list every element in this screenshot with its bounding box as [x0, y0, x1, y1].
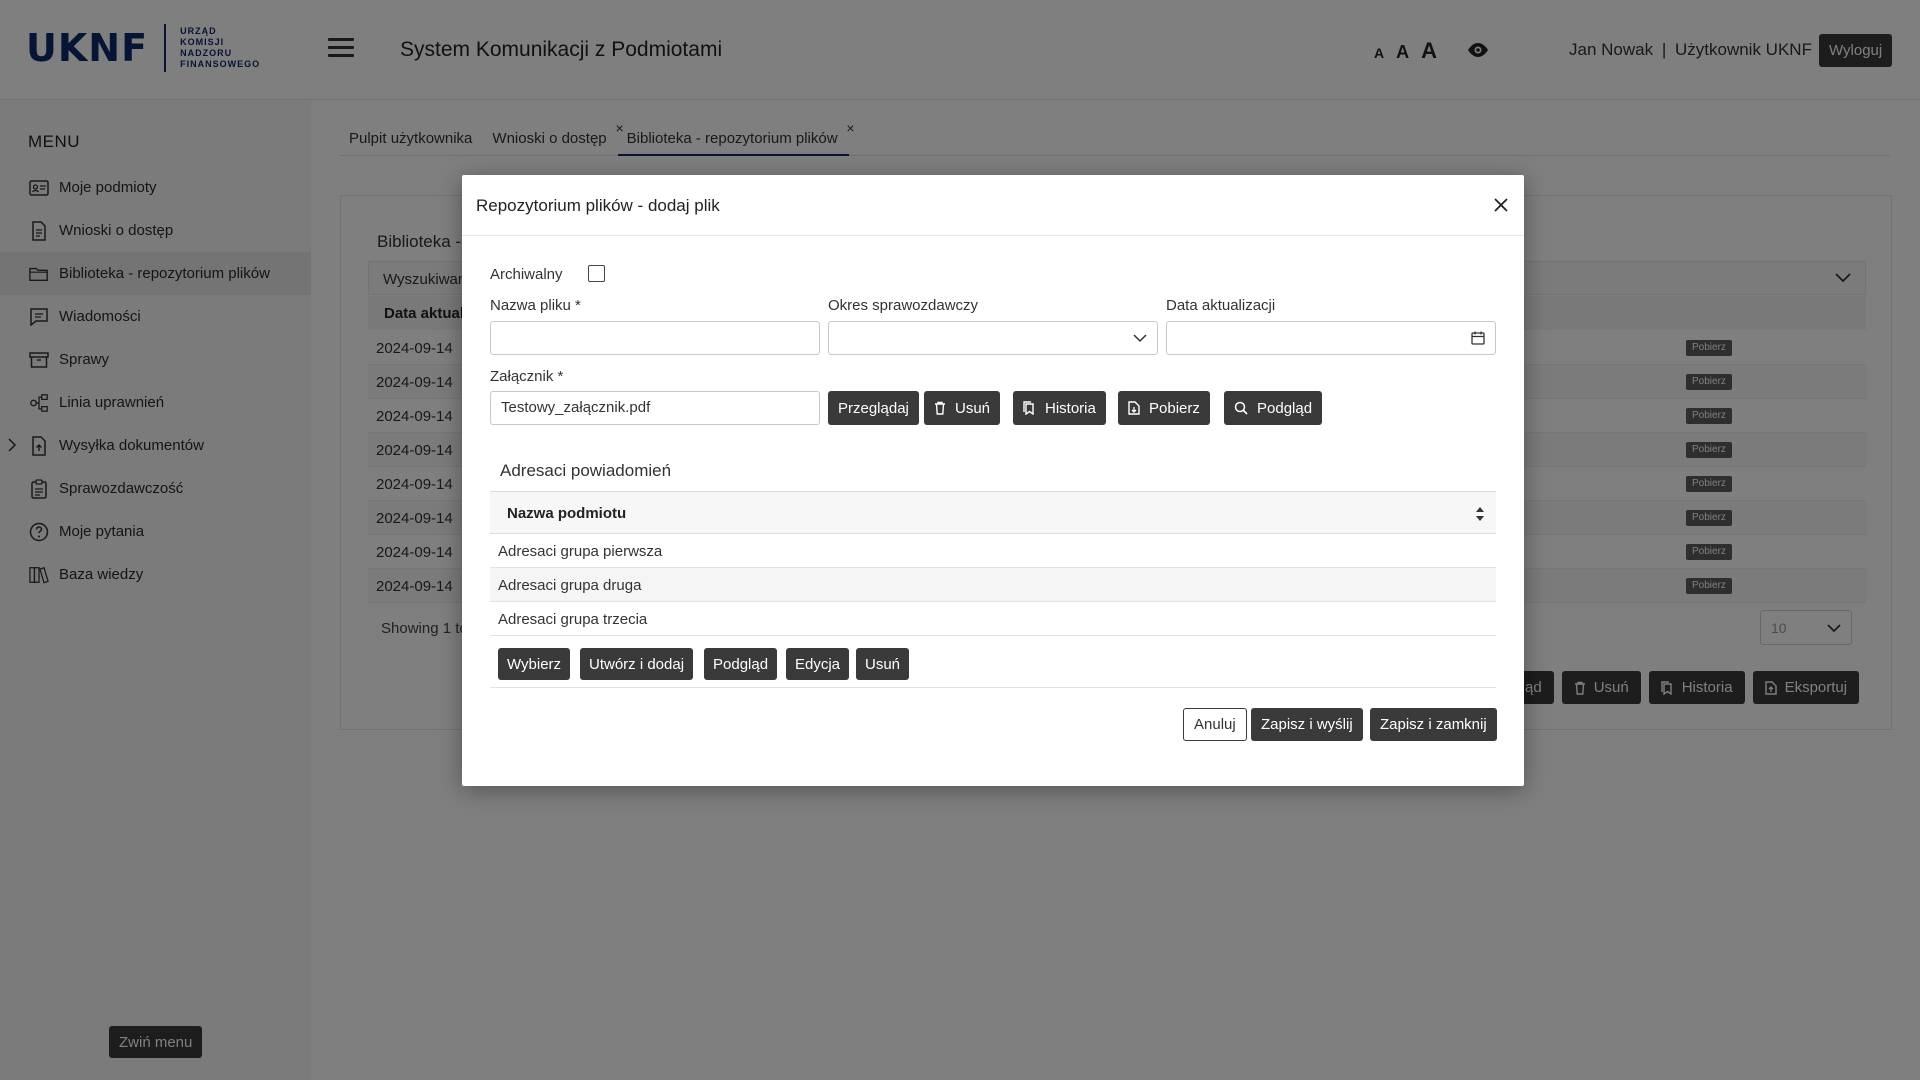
list-item[interactable]: Adresaci grupa trzecia — [490, 602, 1496, 636]
calendar-icon[interactable] — [1471, 331, 1485, 345]
recipients-table: Nazwa podmiotu Adresaci grupa pierwsza A… — [490, 491, 1496, 688]
modal-title: Repozytorium plików - dodaj plik — [476, 196, 720, 215]
create-add-button[interactable]: Utwórz i dodaj — [580, 648, 694, 680]
button-label: Usuń — [955, 399, 991, 417]
recipients-title: Adresaci powiadomień — [500, 461, 672, 480]
archival-label: Archiwalny — [490, 266, 563, 283]
chevron-down-icon — [1133, 334, 1147, 343]
archival-checkbox[interactable] — [588, 265, 605, 282]
list-item[interactable]: Adresaci grupa druga — [490, 568, 1496, 602]
trash-icon — [935, 401, 945, 415]
recipient-preview-button[interactable]: Podgląd — [704, 648, 778, 680]
attachment-input[interactable]: Testowy_załącznik.pdf — [490, 391, 820, 425]
recipients-header[interactable]: Nazwa podmiotu — [490, 491, 1496, 534]
button-label: Pobierz — [1149, 399, 1200, 417]
button-label: Historia — [1045, 399, 1096, 417]
save-send-button[interactable]: Zapisz i wyślij — [1251, 708, 1363, 741]
list-item[interactable]: Adresaci grupa pierwsza — [490, 534, 1496, 568]
file-name-input[interactable] — [490, 321, 820, 355]
delete-file-button[interactable]: Usuń — [924, 391, 1001, 425]
preview-button[interactable]: Podgląd — [1224, 391, 1323, 425]
sort-icon[interactable] — [1474, 505, 1486, 523]
update-date-input[interactable] — [1166, 321, 1496, 355]
recipient-name: Adresaci grupa pierwsza — [498, 543, 663, 560]
button-label: Przeglądaj — [838, 399, 909, 417]
period-select[interactable] — [828, 321, 1158, 355]
edit-button[interactable]: Edycja — [786, 648, 850, 680]
button-label: Podgląd — [1257, 399, 1313, 417]
recipient-name: Adresaci grupa druga — [498, 577, 642, 594]
recipient-delete-button[interactable]: Usuń — [856, 648, 910, 680]
cancel-button[interactable]: Anuluj — [1183, 708, 1247, 741]
bookmarks-icon — [1023, 401, 1034, 415]
file-name-label: Nazwa pliku * — [490, 297, 581, 314]
save-close-button[interactable]: Zapisz i zamknij — [1370, 708, 1497, 741]
browse-button[interactable]: Przeglądaj — [828, 391, 919, 425]
close-icon[interactable] — [1492, 196, 1510, 214]
download-button[interactable]: Pobierz — [1118, 391, 1210, 425]
file-download-icon — [1128, 401, 1140, 415]
column-entity-name: Nazwa podmiotu — [507, 505, 627, 522]
recipients-actions: Wybierz Utwórz i dodaj Podgląd Edycja Us… — [490, 636, 1496, 688]
select-button[interactable]: Wybierz — [498, 648, 571, 680]
add-file-modal: Repozytorium plików - dodaj plik Archiwa… — [462, 175, 1524, 786]
modal-header: Repozytorium plików - dodaj plik — [462, 175, 1524, 236]
period-label: Okres sprawozdawczy — [828, 297, 979, 314]
search-icon — [1234, 401, 1248, 415]
recipient-name: Adresaci grupa trzecia — [498, 611, 648, 628]
update-date-label: Data aktualizacji — [1166, 297, 1276, 314]
history-button[interactable]: Historia — [1013, 391, 1106, 425]
attachment-label: Załącznik * — [490, 368, 564, 385]
